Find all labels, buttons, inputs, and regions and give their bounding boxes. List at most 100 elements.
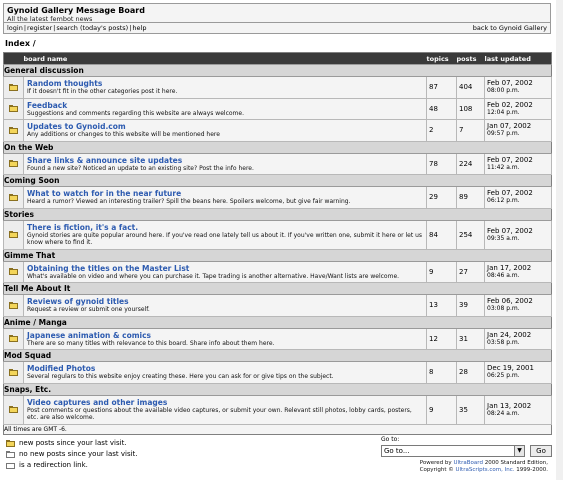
last-updated-date: Feb 07, 2002 [487, 189, 533, 198]
help-link[interactable]: help [132, 24, 146, 32]
forum-link[interactable]: Modified Photos [27, 364, 423, 373]
goto-select[interactable]: Go to... ▼ [381, 445, 525, 457]
last-updated-date: Feb 07, 2002 [487, 155, 533, 164]
forum-info-cell: Share links & announce site updates Found… [23, 152, 427, 175]
login-link[interactable]: login [7, 24, 23, 32]
forum-posts-count: 404 [456, 76, 485, 99]
last-updated-time: 03:08 p.m. [487, 305, 520, 313]
forum-topics-count: 8 [426, 361, 457, 384]
forum-row: Feedback Suggestions and comments regardi… [3, 97, 552, 120]
forum-status-cell [3, 76, 24, 99]
folder-new-icon [9, 126, 18, 134]
forum-topics-count: 29 [426, 186, 457, 209]
category-row: Snaps, Etc. [3, 382, 552, 396]
forum-info-cell: Feedback Suggestions and comments regardi… [23, 97, 427, 120]
forum-last-updated: Feb 02, 2002 12:04 p.m. [484, 97, 552, 120]
breadcrumb: Index / [5, 39, 36, 48]
powered-suffix: 2000 Standard Edition, [484, 460, 548, 466]
forum-link[interactable]: Share links & announce site updates [27, 156, 423, 165]
last-updated-date: Dec 19, 2001 [487, 364, 534, 373]
category-row: Tell Me About It [3, 282, 552, 295]
forum-status-cell [3, 152, 24, 175]
legend-redirect-label: is a redirection link. [19, 461, 88, 469]
ultrascripts-link[interactable]: UltraScripts.com, Inc. [455, 467, 514, 473]
goto-controls: Go to... ▼ Go [381, 445, 552, 457]
goto-button[interactable]: Go [530, 445, 552, 457]
folder-new-icon [9, 193, 18, 201]
timezone-row: All times are GMT -6. [3, 423, 552, 434]
forum-link[interactable]: Updates to Gynoid.com [27, 122, 423, 131]
category-row: Gimme That [3, 248, 552, 262]
last-updated-time: 09:35 a.m. [487, 234, 520, 242]
forum-info-cell: Updates to Gynoid.com Any additions or ch… [23, 119, 427, 142]
forum-status-cell [3, 394, 24, 425]
forum-posts-count: 108 [456, 97, 485, 120]
last-updated-header: last updated [484, 52, 552, 65]
last-updated-time: 03:58 p.m. [487, 338, 520, 346]
last-updated-time: 08:24 a.m. [487, 409, 520, 417]
forum-link[interactable]: Reviews of gynoid titles [27, 297, 423, 306]
forum-link[interactable]: Japanese animation & comics [27, 331, 423, 340]
forum-last-updated: Jan 17, 2002 08:46 a.m. [484, 260, 552, 283]
forum-table: board name topics posts last updated Gen… [3, 52, 552, 435]
page-scrollbar[interactable] [556, 0, 563, 480]
chevron-down-icon[interactable]: ▼ [514, 446, 524, 456]
forum-posts-count: 35 [456, 394, 485, 425]
folder-empty-icon [6, 451, 15, 458]
forum-description: If it doesn't fit in the other categorie… [27, 88, 178, 95]
forum-status-cell [3, 186, 24, 209]
todays-posts-link[interactable]: (today's posts) [80, 24, 128, 32]
forum-link[interactable]: Random thoughts [27, 79, 423, 88]
forum-status-cell [3, 97, 24, 120]
last-updated-date: Jan 17, 2002 [487, 263, 532, 272]
forum-description: Gynoid stories are quite popular around … [27, 231, 423, 247]
forum-description: Request a review or submit one yourself. [27, 306, 150, 313]
category-row: Mod Squad [3, 349, 552, 362]
page-container: Gynoid Gallery Message Board All the lat… [3, 3, 552, 435]
category-title: Snaps, Etc. [3, 382, 552, 396]
forum-posts-count: 254 [456, 219, 485, 250]
forum-row: Japanese animation & comics There are so … [3, 327, 552, 350]
last-updated-date: Jan 24, 2002 [487, 330, 532, 339]
forum-topics-count: 9 [426, 394, 457, 425]
forum-link[interactable]: There is fiction, it's a fact. [27, 223, 423, 232]
forum-topics-count: 84 [426, 219, 457, 250]
forum-topics-count: 78 [426, 152, 457, 175]
forum-row: Video captures and other images Post comm… [3, 394, 552, 425]
register-link[interactable]: register [27, 24, 52, 32]
category-row: Stories [3, 207, 552, 221]
forum-description: Heard a rumor? Viewed an interesting tra… [27, 198, 351, 205]
folder-new-icon [6, 440, 15, 447]
last-updated-date: Feb 06, 2002 [487, 297, 533, 306]
forum-link[interactable]: Video captures and other images [27, 398, 423, 407]
forum-link[interactable]: Obtaining the titles on the Master List [27, 264, 423, 273]
icon-column-header [3, 52, 24, 65]
category-title: Stories [3, 207, 552, 221]
forum-row: Modified Photos Several regulars to this … [3, 361, 552, 384]
last-updated-date: Feb 02, 2002 [487, 100, 533, 109]
forum-topics-count: 2 [426, 119, 457, 142]
forum-description: There are so many titles with relevance … [27, 339, 275, 347]
folder-new-icon [9, 406, 18, 413]
last-updated-time: 06:12 p.m. [487, 197, 520, 205]
category-title: Tell Me About It [3, 282, 552, 295]
forum-link[interactable]: Feedback [27, 101, 423, 110]
forum-link[interactable]: What to watch for in the near future [27, 189, 423, 198]
legend-none: no new posts since your last visit. [6, 449, 138, 460]
board-title: Gynoid Gallery Message Board [7, 6, 145, 15]
forum-description: What's available on video and where you … [27, 272, 400, 280]
ultraboard-link[interactable]: UltraBoard [453, 460, 483, 466]
top-navbar: login|register|search (today's posts)|he… [3, 23, 551, 34]
last-updated-time: 12:04 p.m. [487, 108, 520, 116]
category-title: Anime / Manga [3, 315, 552, 329]
search-link[interactable]: search [56, 24, 78, 32]
forum-description: Several regulars to this website enjoy c… [27, 373, 334, 380]
last-updated-date: Feb 07, 2002 [487, 226, 533, 235]
back-to-gallery-link[interactable]: back to Gynoid Gallery [473, 24, 547, 32]
forum-row: Random thoughts If it doesn't fit in the … [3, 76, 552, 99]
last-updated-time: 06:25 p.m. [487, 372, 520, 380]
category-row: Coming Soon [3, 174, 552, 187]
goto-selected-value: Go to... [384, 447, 410, 455]
topics-header: topics [426, 52, 457, 65]
forum-description: Post comments or questions about the ava… [27, 406, 412, 422]
